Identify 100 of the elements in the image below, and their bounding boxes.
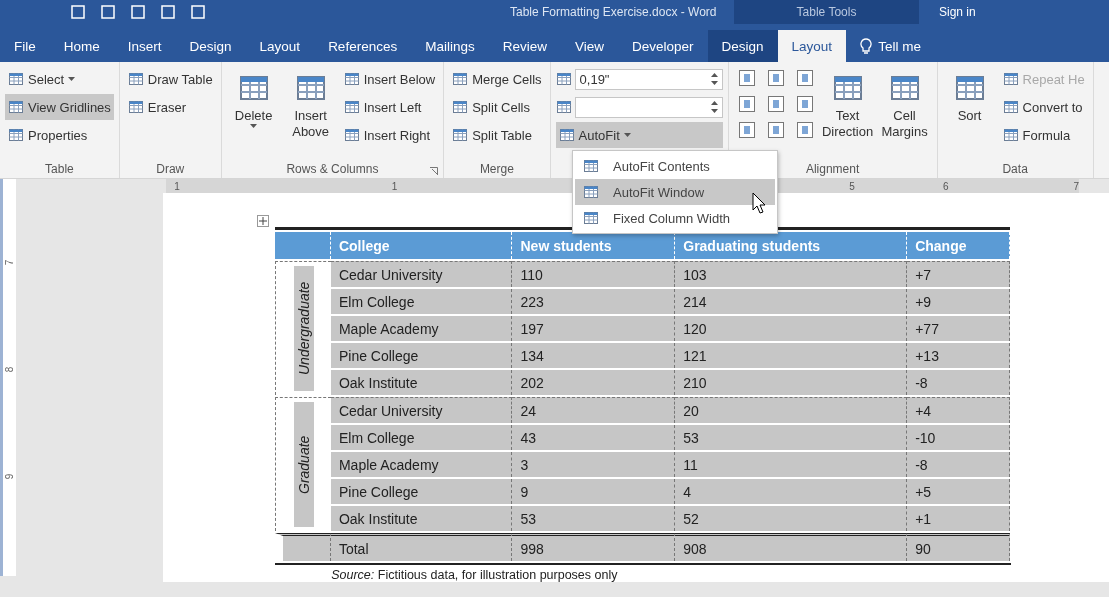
table-cell: 20 — [675, 397, 908, 423]
table-grid-icon — [583, 210, 599, 226]
ribbon-button[interactable]: Cell Margins — [877, 66, 932, 140]
ribbon-button[interactable]: Insert Right — [340, 122, 439, 148]
table-cell: +13 — [907, 343, 1011, 368]
ruler-number: 1 — [174, 180, 180, 192]
group-label: Table — [45, 162, 74, 176]
size-field[interactable]: 0,19" — [574, 68, 723, 90]
ribbon-button[interactable]: Formula — [999, 122, 1088, 148]
toolbar-icon[interactable] — [190, 4, 206, 20]
ribbon-button[interactable]: Draw Table — [124, 66, 216, 92]
ribbon-tab[interactable]: Layout — [777, 30, 847, 62]
align-icon[interactable] — [795, 121, 814, 139]
align-icon[interactable] — [737, 69, 756, 87]
ribbon-button[interactable]: Split Cells — [449, 94, 545, 120]
align-icon[interactable] — [737, 121, 756, 139]
ribbon-tab[interactable]: File — [0, 30, 50, 62]
toolbar-icon[interactable] — [100, 4, 116, 20]
ribbon-button[interactable]: Eraser — [124, 94, 216, 120]
table-cell: Cedar University — [330, 397, 513, 423]
launcher-icon[interactable] — [430, 167, 439, 175]
table-cell: 134 — [512, 343, 676, 368]
ribbon-button[interactable]: Insert Above — [283, 66, 338, 140]
table-cell: +77 — [907, 316, 1011, 341]
table-cell: 197 — [512, 316, 676, 341]
ribbon-tab[interactable]: Review — [488, 30, 561, 62]
table-cell: 53 — [675, 425, 908, 450]
table-cell: 4 — [675, 479, 908, 504]
table-cell: 9 — [512, 479, 676, 504]
ribbon-tab[interactable]: References — [314, 30, 412, 62]
ribbon-tab[interactable]: Layout — [245, 30, 315, 62]
table-cell: +9 — [907, 289, 1011, 314]
sign-in-link[interactable]: Sign in — [919, 5, 1109, 19]
ruler-number: 5 — [849, 180, 855, 192]
menu-item[interactable]: AutoFit Window — [575, 179, 775, 205]
table-grid-icon — [452, 99, 469, 115]
table-grid-icon — [8, 99, 24, 115]
lightbulb-icon — [860, 38, 873, 54]
ribbon-tab[interactable]: Design — [175, 30, 246, 62]
table-cell: 110 — [512, 261, 676, 287]
table-grid-icon — [452, 127, 469, 143]
ribbon-tab[interactable]: Mailings — [411, 30, 489, 62]
ribbon-button[interactable]: Sort — [942, 66, 997, 124]
table-cell: 214 — [675, 289, 908, 314]
table-cell: 3 — [512, 452, 676, 477]
align-icon[interactable] — [766, 121, 785, 139]
table-cell: -8 — [907, 370, 1011, 395]
ruler-number: 6 — [942, 180, 949, 192]
align-icon[interactable] — [795, 95, 814, 113]
ribbon-button[interactable]: Properties — [5, 122, 114, 148]
ribbon-button[interactable]: Merge Cells — [449, 66, 545, 92]
toolbar-icon[interactable] — [70, 4, 86, 20]
ribbon-button[interactable]: Insert Below — [340, 66, 439, 92]
ribbon-tab[interactable]: Home — [49, 30, 114, 62]
table-cell: Oak Institute — [330, 506, 513, 531]
table-cell: Oak Institute — [330, 370, 513, 395]
pointer-cursor-icon — [752, 192, 766, 214]
move-handle-icon[interactable] — [257, 215, 270, 227]
table-grid-icon — [1002, 99, 1019, 115]
size-field[interactable] — [574, 96, 723, 118]
ribbon-tab[interactable]: Design — [707, 30, 778, 62]
menu-item[interactable]: Fixed Column Width — [575, 205, 775, 231]
menu-item[interactable]: AutoFit Contents — [575, 153, 775, 179]
align-icon[interactable] — [766, 95, 785, 113]
toolbar-icon[interactable] — [130, 4, 146, 20]
table-grid-icon — [127, 99, 144, 115]
table-cell: 24 — [512, 397, 676, 423]
table-grid-icon — [583, 184, 599, 200]
ribbon-button[interactable]: Text Direction — [820, 66, 875, 140]
table-cell: Elm College — [330, 289, 513, 314]
ribbon-button[interactable]: Insert Left — [340, 94, 439, 120]
ribbon-tab[interactable]: Insert — [113, 30, 176, 62]
table-cell: Elm College — [330, 425, 513, 450]
table-grid-icon — [343, 127, 360, 143]
ribbon-button[interactable]: Convert to — [999, 94, 1088, 120]
table-cell: 11 — [675, 452, 908, 477]
table-grid-icon — [8, 127, 24, 143]
ribbon-button[interactable]: AutoFit — [555, 122, 723, 148]
table-cell: +7 — [907, 261, 1011, 287]
table-grid-icon — [452, 71, 469, 87]
table-cell: 998 — [512, 533, 676, 561]
table-cell: 53 — [512, 506, 676, 531]
ribbon-tab[interactable]: Developer — [618, 30, 708, 62]
table-grid-icon — [583, 158, 599, 174]
group-label: Undergraduate — [293, 266, 314, 391]
ribbon-button[interactable]: Select — [5, 66, 114, 92]
table-cell: +1 — [907, 506, 1011, 531]
ribbon-tab[interactable]: Tell me — [846, 30, 935, 62]
ribbon-button[interactable]: Split Table — [449, 122, 545, 148]
toolbar-icon[interactable] — [160, 4, 176, 20]
align-icon[interactable] — [737, 95, 756, 113]
table-cell: 223 — [512, 289, 676, 314]
align-icon[interactable] — [766, 69, 785, 87]
table-grid-icon — [558, 127, 575, 143]
ribbon-button[interactable]: View Gridlines — [5, 94, 114, 120]
ribbon-button[interactable]: Delete — [226, 66, 281, 129]
table-cell: +5 — [907, 479, 1011, 504]
table-cell: -8 — [907, 452, 1011, 477]
ribbon-tab[interactable]: View — [560, 30, 618, 62]
align-icon[interactable] — [795, 69, 814, 87]
